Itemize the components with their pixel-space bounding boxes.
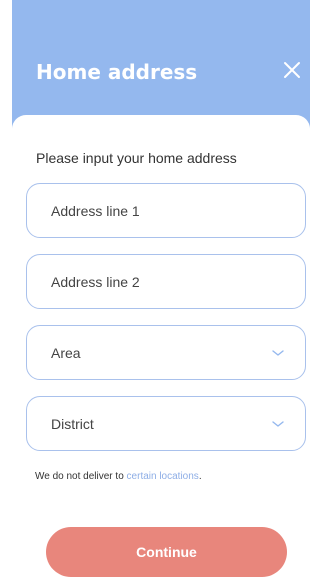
page-title: Home address xyxy=(36,60,198,84)
certain-locations-link[interactable]: certain locations xyxy=(127,471,199,482)
area-select[interactable]: Area xyxy=(26,325,306,380)
delivery-note: We do not deliver to certain locations. xyxy=(35,471,202,482)
address-line-2-input[interactable] xyxy=(51,273,285,290)
close-button[interactable] xyxy=(280,58,304,82)
chevron-down-icon xyxy=(272,349,284,356)
address-line-2-field[interactable] xyxy=(26,254,306,309)
district-select-label: District xyxy=(51,415,94,432)
continue-button[interactable]: Continue xyxy=(46,527,287,577)
chevron-down-icon xyxy=(272,420,284,427)
address-line-1-input[interactable] xyxy=(51,202,285,219)
address-line-1-field[interactable] xyxy=(26,183,306,238)
delivery-note-text: We do not deliver to xyxy=(35,471,127,482)
area-select-label: Area xyxy=(51,344,81,361)
form-prompt: Please input your home address xyxy=(36,150,237,166)
district-select[interactable]: District xyxy=(26,396,306,451)
delivery-note-suffix: . xyxy=(198,471,202,482)
close-icon xyxy=(284,62,300,78)
